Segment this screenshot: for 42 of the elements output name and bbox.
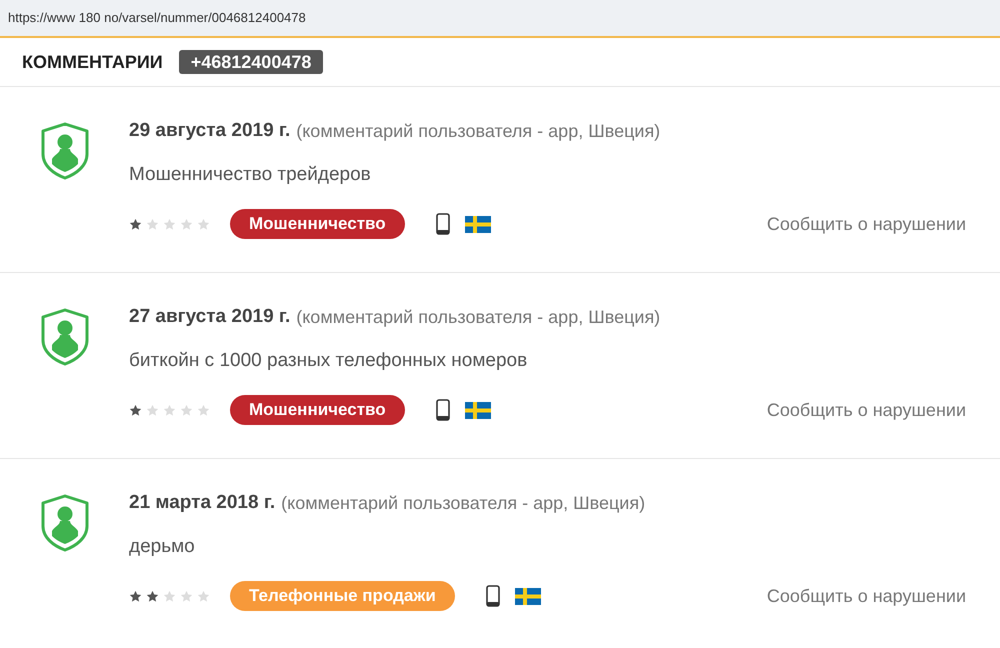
comment-source: (комментарий пользователя - app, Швеция) [281, 492, 646, 515]
comment-date: 29 августа 2019 г. [129, 118, 290, 143]
swedish-flag-icon [514, 588, 541, 604]
report-link[interactable]: Сообщить о нарушении [766, 396, 966, 424]
comment-date: 27 августа 2019 г. [129, 304, 290, 329]
report-link[interactable]: Сообщить о нарушении [766, 210, 966, 238]
star-icon [197, 218, 210, 230]
star-icon [129, 218, 142, 230]
star-icon [197, 404, 210, 416]
category-tag: Мошенничество [230, 395, 405, 425]
comment-text: дерьмо [129, 534, 195, 559]
star-icon [129, 590, 142, 602]
smartphone-icon [436, 399, 450, 421]
star-icon [163, 404, 176, 416]
swedish-flag-icon [464, 402, 491, 418]
star-icon [197, 590, 210, 602]
report-link[interactable]: Сообщить о нарушении [766, 582, 966, 610]
star-icon [180, 404, 193, 416]
category-tag: Мошенничество [230, 209, 405, 239]
comment-date: 21 марта 2018 г. [129, 490, 276, 515]
comment-source: (комментарий пользователя - app, Швеция) [296, 120, 660, 143]
swedish-flag-icon [464, 216, 491, 232]
smartphone-icon [436, 213, 450, 235]
phone-number-badge: +46812400478 [178, 50, 324, 74]
section-title: КОММЕНТАРИИ [22, 50, 163, 74]
category-tag: Телефонные продажи [230, 581, 455, 611]
star-icon [163, 590, 176, 602]
comment-text: биткойн с 1000 разных телефонных номеров [129, 348, 528, 373]
star-icon [180, 218, 193, 230]
shield-user-icon [40, 122, 90, 180]
comment-text: Мошенничество трейдеров [129, 162, 371, 187]
smartphone-icon [486, 585, 500, 607]
star-icon [146, 590, 159, 602]
star-icon [146, 218, 159, 230]
comment-source: (комментарий пользователя - app, Швеция) [296, 306, 660, 329]
address-bar-url[interactable]: https://www 180 no/varsel/nummer/0046812400478 [8, 8, 306, 28]
shield-user-icon [40, 308, 90, 366]
star-icon [180, 590, 193, 602]
star-icon [163, 218, 176, 230]
star-icon [146, 404, 159, 416]
shield-user-icon [40, 494, 90, 552]
star-icon [129, 404, 142, 416]
